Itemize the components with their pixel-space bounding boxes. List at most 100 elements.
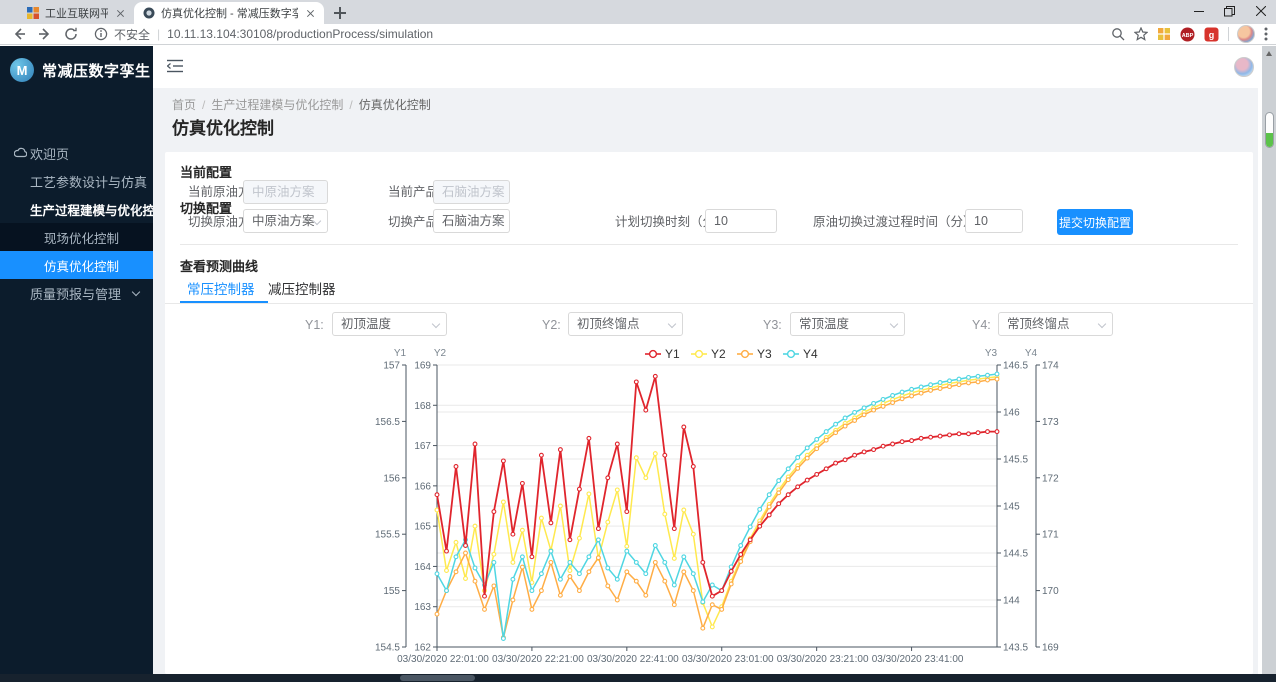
plan-time-input[interactable]	[705, 209, 777, 233]
address-bar[interactable]: 不安全 | 10.11.13.104:30108/productionProce…	[0, 24, 1276, 45]
legend-item-y3[interactable]: Y3	[737, 347, 772, 361]
sidebar-item-label: 生产过程建模与优化控制	[30, 200, 168, 219]
switch-crude-value: 中原油方案	[252, 214, 315, 228]
y2-selector[interactable]: 初顶终馏点	[568, 312, 683, 336]
svg-text:144.5: 144.5	[1003, 549, 1028, 560]
breadcrumb-home[interactable]: 首页	[172, 98, 196, 112]
main-card: 当前配置 当前原油方案： 中原油方案 当前产品方案： 石脑油方案 切换配置 切换…	[165, 152, 1253, 674]
sidebar: M 常减压数字孪生 欢迎页 工艺参数设计与仿真 生产过程建模与优化控制 现场优化…	[0, 46, 153, 674]
sidebar-item-welcome[interactable]: 欢迎页	[0, 139, 153, 167]
url-divider: |	[157, 27, 160, 41]
tab-favicon-circle-icon	[143, 7, 155, 19]
toolbar-divider	[1228, 27, 1229, 41]
axis-y4: 174173172171170169Y4	[1025, 348, 1059, 654]
close-window-button[interactable]	[1245, 0, 1276, 22]
svg-text:Y3: Y3	[985, 348, 998, 359]
zoom-icon[interactable]	[1111, 27, 1125, 41]
current-config-title: 当前配置	[180, 162, 232, 181]
vertical-scrollbar-thumb[interactable]	[1265, 112, 1274, 148]
logo-icon: M	[10, 58, 34, 82]
close-tab-icon[interactable]	[113, 5, 129, 21]
browser-menu-icon[interactable]	[1264, 27, 1268, 41]
tab-title: 工业互联网平台应用商店	[45, 5, 108, 21]
sidebar-item-label: 质量预报与管理	[30, 284, 121, 303]
chevron-down-icon	[890, 320, 898, 328]
svg-text:174: 174	[1042, 361, 1059, 372]
sidebar-item-production-modeling[interactable]: 生产过程建模与优化控制	[0, 195, 153, 223]
svg-text:Y4: Y4	[1025, 348, 1038, 359]
extension-grid-icon[interactable]	[1157, 27, 1171, 41]
svg-text:146: 146	[1003, 408, 1020, 419]
y3-selector[interactable]: 常顶温度	[790, 312, 905, 336]
app-logo: M 常减压数字孪生	[0, 50, 153, 90]
svg-text:166: 166	[414, 481, 431, 492]
url-text[interactable]: 10.11.13.104:30108/productionProcess/sim…	[167, 27, 433, 41]
current-crude-field: 中原油方案	[243, 180, 328, 204]
browser-tab-simulation[interactable]: 仿真优化控制 - 常减压数字孪生	[134, 2, 324, 24]
submit-switch-config-button[interactable]: 提交切换配置	[1057, 209, 1133, 235]
sidebar-item-label: 欢迎页	[30, 144, 69, 163]
y4-selector-label: Y4:	[972, 314, 991, 336]
bookmark-star-icon[interactable]	[1134, 27, 1148, 41]
horizontal-scrollbar[interactable]	[0, 674, 1276, 682]
breadcrumb-current: 仿真优化控制	[359, 98, 431, 112]
home-icon	[14, 147, 27, 158]
new-tab-button[interactable]	[332, 5, 348, 21]
prediction-line-chart: 157156.5156155.5155154.5Y116916816716616…	[370, 345, 1070, 670]
chevron-down-icon	[132, 288, 140, 296]
vertical-scrollbar[interactable]	[1262, 46, 1276, 674]
svg-text:145.5: 145.5	[1003, 455, 1028, 466]
browser-profile-avatar[interactable]	[1237, 25, 1255, 43]
svg-text:157: 157	[383, 361, 400, 372]
minimize-button[interactable]	[1183, 0, 1214, 22]
svg-text:154.5: 154.5	[375, 643, 400, 654]
sidebar-item-onsite-control[interactable]: 现场优化控制	[0, 223, 153, 251]
svg-text:03/30/2020 23:21:00: 03/30/2020 23:21:00	[777, 654, 869, 665]
svg-text:03/30/2020 22:01:00: 03/30/2020 22:01:00	[397, 654, 489, 665]
info-icon[interactable]	[94, 27, 108, 41]
sidebar-item-process-design[interactable]: 工艺参数设计与仿真	[0, 167, 153, 195]
sidebar-item-simulation-control[interactable]: 仿真优化控制	[0, 251, 153, 279]
legend-item-y1[interactable]: Y1	[645, 347, 680, 361]
svg-text:155.5: 155.5	[375, 530, 400, 541]
y4-selector[interactable]: 常顶终馏点	[998, 312, 1113, 336]
transition-time-input[interactable]	[965, 209, 1023, 233]
breadcrumb-module[interactable]: 生产过程建模与优化控制	[211, 98, 343, 112]
axis-x: 03/30/2020 22:01:0003/30/2020 22:21:0003…	[397, 647, 997, 665]
close-tab-icon[interactable]	[303, 5, 319, 21]
extension-abp-icon[interactable]: ABP	[1180, 27, 1195, 42]
restore-button[interactable]	[1214, 0, 1245, 22]
extension-red-square-icon[interactable]: g	[1204, 27, 1219, 42]
security-label: 不安全	[114, 26, 150, 43]
y1-selector[interactable]: 初顶温度	[332, 312, 447, 336]
switch-crude-select[interactable]: 中原油方案	[243, 209, 328, 233]
scroll-up-icon[interactable]	[1266, 51, 1272, 56]
svg-text:170: 170	[1042, 586, 1059, 597]
forward-icon[interactable]	[38, 27, 52, 41]
legend-item-y2[interactable]: Y2	[691, 347, 726, 361]
svg-text:03/30/2020 22:41:00: 03/30/2020 22:41:00	[587, 654, 679, 665]
legend-item-y4[interactable]: Y4	[783, 347, 818, 361]
sidebar-item-quality-management[interactable]: 质量预报与管理	[0, 279, 153, 307]
chevron-down-icon	[432, 320, 440, 328]
user-avatar[interactable]	[1234, 57, 1254, 77]
chevron-down-icon	[668, 320, 676, 328]
svg-text:172: 172	[1042, 473, 1059, 484]
tabs-divider	[165, 303, 1253, 304]
browser-tab-store[interactable]: 工业互联网平台应用商店	[18, 2, 134, 24]
svg-text:Y1: Y1	[665, 347, 680, 361]
axis-y1: 157156.5156155.5155154.5Y1	[375, 348, 407, 654]
svg-text:162: 162	[414, 643, 431, 654]
menu-fold-icon[interactable]	[167, 59, 183, 73]
refresh-icon[interactable]	[64, 27, 78, 41]
app-header	[153, 46, 1276, 88]
back-icon[interactable]	[12, 27, 26, 41]
horizontal-scrollbar-thumb[interactable]	[400, 675, 475, 681]
switch-product-select[interactable]: 石脑油方案	[433, 209, 510, 233]
tab-vacuum-controller[interactable]: 减压控制器	[268, 278, 336, 298]
tab-atmospheric-controller[interactable]: 常压控制器	[187, 278, 255, 298]
svg-text:163: 163	[414, 602, 431, 613]
svg-text:Y3: Y3	[757, 347, 772, 361]
svg-text:169: 169	[1042, 643, 1059, 654]
svg-text:156: 156	[383, 473, 400, 484]
